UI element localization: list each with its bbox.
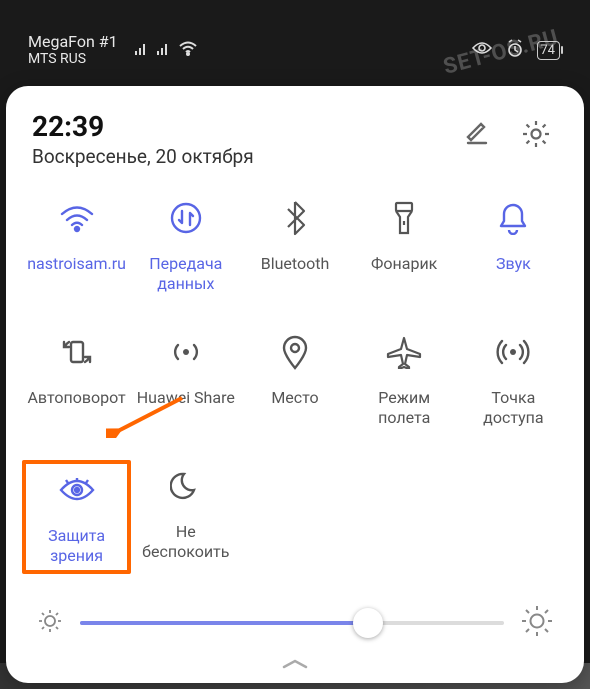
clock-time[interactable]: 22:39 <box>32 110 462 143</box>
flashlight-icon <box>391 196 417 240</box>
qs-tile-sound-bell[interactable]: Звук <box>459 192 568 298</box>
signal-icon <box>156 41 172 60</box>
rotate-icon <box>59 330 95 374</box>
gear-icon[interactable] <box>520 118 552 154</box>
qs-tile-hotspot[interactable]: Точка доступа <box>459 326 568 432</box>
brightness-high-icon <box>520 604 554 642</box>
tile-label: nastroisam.ru <box>27 254 126 274</box>
tile-label: Режим полета <box>352 388 457 428</box>
sound-bell-icon <box>497 196 529 240</box>
bluetooth-icon <box>284 196 306 240</box>
qs-tile-location-pin[interactable]: Место <box>240 326 349 432</box>
qs-tile-share-broadcast[interactable]: Huawei Share <box>131 326 240 432</box>
clock-date[interactable]: Воскресенье, 20 октября <box>32 145 462 168</box>
qs-tile-airplane[interactable]: Режим полета <box>350 326 459 432</box>
quick-settings-panel: 22:39 Воскресенье, 20 октября nastroisam… <box>6 86 584 683</box>
tile-label: Защита зрения <box>28 526 125 566</box>
tile-label: Автоповорот <box>27 388 125 408</box>
tile-label: Место <box>271 388 318 408</box>
tile-label: Bluetooth <box>261 254 330 274</box>
status-bar: MegaFon #1 MTS RUS 74 <box>0 0 590 80</box>
qs-tile-flashlight[interactable]: Фонарик <box>350 192 459 298</box>
eye-comfort-status-icon <box>471 40 493 60</box>
battery-indicator: 74 <box>537 41 560 60</box>
slider-thumb[interactable] <box>353 608 383 638</box>
qs-tile-eye[interactable]: Защита зрения <box>22 460 131 574</box>
expand-chevron-icon[interactable] <box>22 656 568 675</box>
dnd-moon-icon <box>170 464 202 508</box>
qs-tile-dnd-moon[interactable]: Не беспокоить <box>131 460 240 574</box>
wifi-icon <box>178 40 198 60</box>
brightness-slider[interactable] <box>80 621 504 625</box>
brightness-row <box>22 604 568 642</box>
tile-label: Фонарик <box>371 254 437 274</box>
tile-label: Huawei Share <box>137 388 235 408</box>
eye-icon <box>58 468 96 512</box>
wifi-icon <box>59 196 95 240</box>
signal-icon <box>134 41 150 60</box>
data-icon <box>169 196 203 240</box>
edit-pencil-icon[interactable] <box>462 119 492 153</box>
qs-tile-data[interactable]: Передача данных <box>131 192 240 298</box>
airplane-icon <box>386 330 422 374</box>
tile-label: Точка доступа <box>461 388 566 428</box>
hotspot-icon <box>495 330 531 374</box>
location-pin-icon <box>281 330 309 374</box>
qs-tile-rotate[interactable]: Автоповорот <box>22 326 131 432</box>
qs-tile-bluetooth[interactable]: Bluetooth <box>240 192 349 298</box>
carrier-primary: MegaFon #1 <box>28 32 118 51</box>
carrier-secondary: MTS RUS <box>28 51 118 68</box>
brightness-low-icon <box>36 607 64 639</box>
tile-label: Не беспокоить <box>133 522 238 562</box>
share-broadcast-icon <box>168 330 204 374</box>
alarm-icon <box>505 39 525 61</box>
tile-label: Передача данных <box>133 254 238 294</box>
tile-label: Звук <box>496 254 531 274</box>
qs-tile-wifi[interactable]: nastroisam.ru <box>22 192 131 298</box>
